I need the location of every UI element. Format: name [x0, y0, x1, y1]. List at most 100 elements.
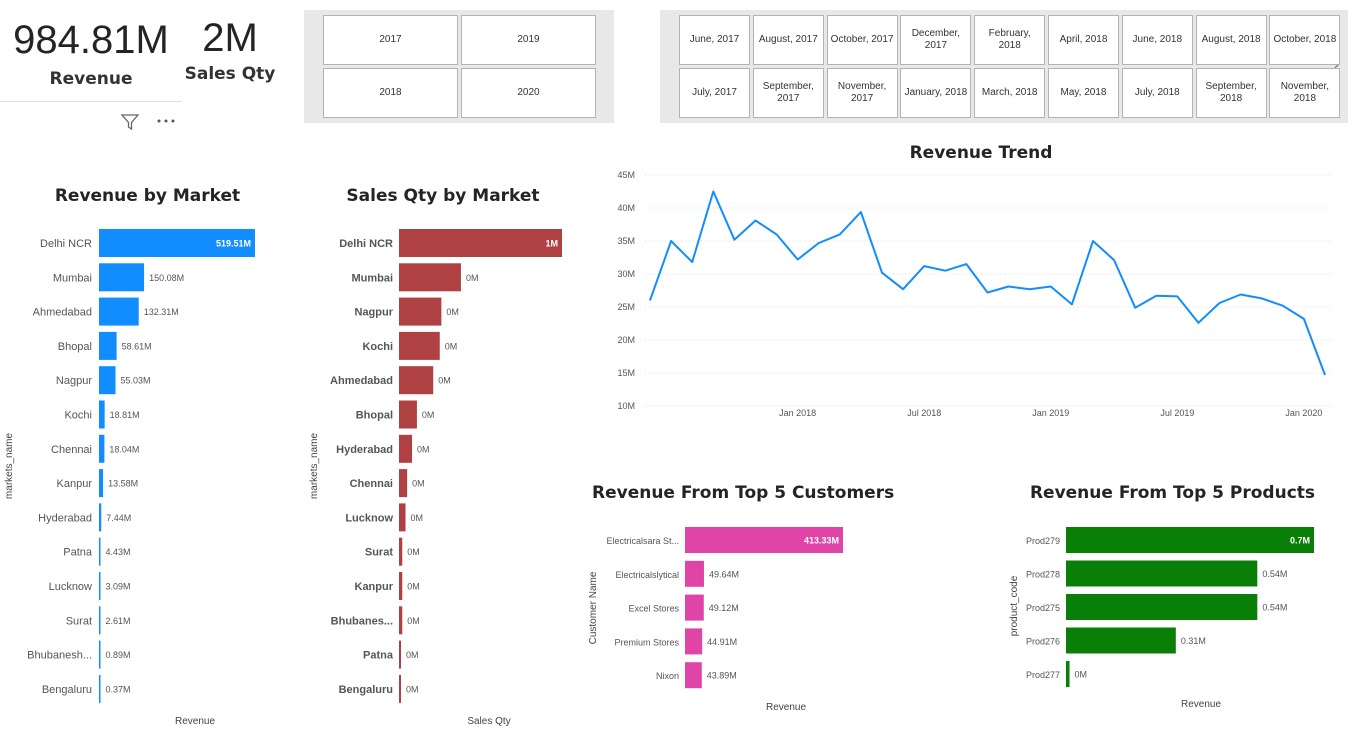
data-label: 7.44M — [106, 513, 131, 523]
category-label: Electricalsara St... — [606, 536, 679, 546]
data-label: 0M — [407, 547, 420, 557]
category-label: Prod277 — [1026, 670, 1060, 680]
month-slicer-item[interactable]: July, 2018 — [1121, 68, 1193, 118]
year-slicer-item[interactable]: 2017 — [323, 15, 458, 65]
bar[interactable] — [1066, 560, 1258, 587]
bar[interactable] — [685, 594, 704, 621]
month-slicer-item[interactable]: October, 2017 — [826, 15, 898, 65]
revenue-kpi-label: Revenue — [49, 69, 133, 89]
data-label: 0M — [446, 307, 459, 317]
month-slicer-item[interactable]: June, 2018 — [1121, 15, 1193, 65]
category-label: Delhi NCR — [339, 238, 393, 250]
bar[interactable] — [1066, 661, 1070, 687]
sales-qty-by-market-title: Sales Qty by Market — [346, 186, 540, 206]
data-label: 0M — [406, 650, 419, 660]
x-tick-label: Jan 2019 — [1032, 408, 1069, 418]
filter-icon[interactable] — [120, 112, 140, 132]
month-slicer-item[interactable]: February, 2018 — [974, 15, 1046, 65]
bar[interactable] — [399, 229, 562, 257]
month-slicer-item[interactable]: June, 2017 — [679, 15, 750, 65]
month-slicer-item[interactable]: May, 2018 — [1048, 68, 1119, 118]
category-label: Prod279 — [1026, 536, 1060, 546]
category-label: Chennai — [51, 444, 92, 456]
bar[interactable] — [399, 366, 434, 395]
y-tick-label: 35M — [617, 236, 635, 246]
month-slicer-item[interactable]: April, 2018 — [1048, 15, 1119, 65]
data-label: 0.54M — [1262, 603, 1287, 613]
bar[interactable] — [99, 263, 145, 292]
bar[interactable] — [399, 503, 406, 532]
bar[interactable] — [99, 503, 102, 532]
category-label: Kochi — [64, 410, 92, 422]
more-options-icon[interactable] — [155, 112, 177, 132]
bar[interactable] — [1066, 527, 1314, 553]
data-label: 519.51M — [216, 239, 251, 249]
bar[interactable] — [685, 560, 704, 587]
month-slicer-item[interactable]: August, 2018 — [1195, 15, 1267, 65]
bar[interactable] — [685, 662, 702, 689]
bar[interactable] — [399, 263, 461, 292]
bar[interactable] — [399, 469, 408, 498]
data-label: 43.89M — [707, 671, 737, 681]
month-slicer-item[interactable]: September, 2018 — [1195, 68, 1267, 118]
data-label: 4.43M — [106, 547, 131, 557]
bar[interactable] — [99, 366, 116, 395]
month-slicer-item[interactable]: January, 2018 — [900, 68, 972, 118]
bar[interactable] — [399, 400, 417, 429]
month-slicer-item[interactable]: November, 2017 — [826, 68, 898, 118]
data-label: 132.31M — [144, 307, 179, 317]
category-label: Ahmedabad — [330, 375, 393, 387]
bar[interactable] — [99, 469, 104, 498]
data-label: 0M — [438, 376, 451, 386]
bar[interactable] — [99, 537, 101, 566]
bar[interactable] — [1066, 627, 1176, 654]
bar[interactable] — [99, 640, 101, 669]
bar[interactable] — [99, 606, 101, 635]
bar[interactable] — [399, 537, 403, 566]
y-axis-title: markets_name — [4, 432, 15, 499]
data-label: 3.09M — [106, 582, 131, 592]
data-label: 0M — [406, 684, 419, 694]
month-slicer-item[interactable]: December, 2017 — [900, 15, 972, 65]
year-slicer-item[interactable]: 2020 — [461, 68, 596, 118]
year-slicer-item[interactable]: 2018 — [323, 68, 458, 118]
bar[interactable] — [685, 628, 703, 655]
data-label: 0M — [417, 444, 430, 454]
y-axis-title: markets_name — [309, 432, 320, 499]
revenue-trend-title: Revenue Trend — [909, 143, 1053, 163]
x-axis-title: Revenue — [1181, 699, 1221, 710]
y-tick-label: 25M — [617, 302, 635, 312]
x-tick-label: Jul 2019 — [1160, 408, 1194, 418]
data-label: 44.91M — [707, 637, 737, 647]
month-slicer-item[interactable]: March, 2018 — [974, 68, 1046, 118]
bar[interactable] — [99, 674, 101, 703]
revenue-trend-line[interactable] — [649, 190, 1326, 376]
bar[interactable] — [1066, 594, 1258, 620]
data-label: 2.61M — [106, 616, 131, 626]
month-slicer-item[interactable]: November, 2018 — [1269, 68, 1341, 118]
data-label: 1M — [545, 239, 558, 249]
month-slicer-item[interactable]: July, 2017 — [679, 68, 750, 118]
bar[interactable] — [399, 674, 401, 703]
bar[interactable] — [99, 572, 101, 600]
bar[interactable] — [399, 640, 401, 669]
bar[interactable] — [99, 297, 139, 326]
bar[interactable] — [399, 606, 403, 635]
bar[interactable] — [99, 400, 105, 429]
x-axis-title: Revenue — [175, 716, 215, 727]
year-slicer-item[interactable]: 2019 — [461, 15, 596, 65]
bar[interactable] — [399, 331, 440, 360]
bar[interactable] — [99, 434, 105, 463]
sales-qty-kpi-label: Sales Qty — [184, 64, 276, 84]
bar[interactable] — [399, 297, 442, 326]
month-slicer-item[interactable]: October, 2018 — [1269, 15, 1341, 65]
data-label: 0.37M — [106, 684, 131, 694]
category-label: Bengaluru — [42, 684, 92, 696]
bar[interactable] — [99, 331, 117, 360]
bar[interactable] — [399, 434, 413, 463]
month-slicer-item[interactable]: August, 2017 — [752, 15, 824, 65]
data-label: 0M — [412, 479, 425, 489]
month-slicer-item[interactable]: September, 2017 — [752, 68, 824, 118]
y-axis-title: Customer Name — [588, 571, 599, 644]
bar[interactable] — [399, 572, 403, 600]
